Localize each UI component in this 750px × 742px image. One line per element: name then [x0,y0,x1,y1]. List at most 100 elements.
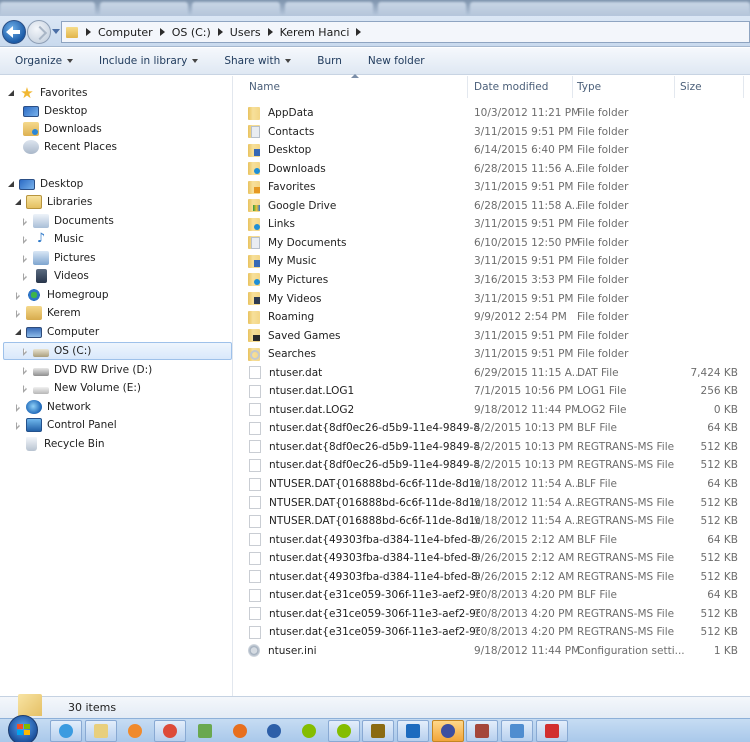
expand-arrow-icon[interactable] [14,403,23,412]
expand-arrow-icon[interactable] [14,309,23,318]
back-button[interactable] [2,20,26,44]
browser-tab[interactable] [100,2,188,16]
file-row[interactable]: Favorites 3/11/2015 9:51 PM File folder [248,178,738,196]
nav-item-videos[interactable]: Videos [21,267,89,285]
nav-item-new-volume-e[interactable]: New Volume (E:) [21,379,141,397]
browser-tab[interactable] [378,2,466,16]
file-row[interactable]: AppData 10/3/2012 11:21 PM File folder [248,104,738,122]
column-divider[interactable] [467,76,468,98]
file-row[interactable]: ntuser.dat{8df0ec26-d5b9-11e4-9849-84...… [248,438,738,456]
taskbar-itunes-button[interactable] [258,720,290,742]
share-with-button[interactable]: Share with [224,55,292,67]
breadcrumb-separator-icon[interactable] [267,28,273,36]
nav-item-desktop[interactable]: Desktop [7,175,83,193]
nav-item-recent-places[interactable]: Recent Places [23,138,117,156]
file-row[interactable]: NTUSER.DAT{016888bd-6c6f-11de-8d1d... 9/1… [248,494,738,512]
file-row[interactable]: NTUSER.DAT{016888bd-6c6f-11de-8d1d... 9/1… [248,475,738,493]
file-row[interactable]: ntuser.dat.LOG2 9/18/2012 11:44 PM LOG2 Fi… [248,401,738,419]
column-divider[interactable] [674,76,675,98]
file-row[interactable]: ntuser.dat{49303fba-d384-11e4-bfed-84...… [248,549,738,567]
column-header-name[interactable]: Name [249,81,280,93]
collapse-arrow-icon[interactable] [7,89,16,98]
navigation-pane[interactable]: ★ Favorites Desktop Downloads Recent Places D… [0,76,233,696]
breadcrumb-users[interactable]: Users [230,26,261,39]
taskbar-windows-explorer-button[interactable] [84,720,117,742]
taskbar-internet-explorer-button[interactable] [50,720,82,742]
taskbar-toolbox-button[interactable] [466,720,499,742]
collapse-arrow-icon[interactable] [14,198,23,207]
organize-button[interactable]: Organize [15,55,74,67]
file-row[interactable]: Searches 3/11/2015 9:51 PM File folder [248,345,738,363]
file-row[interactable]: My Pictures 3/16/2015 3:53 PM File folder [248,271,738,289]
start-button[interactable] [8,715,38,742]
expand-arrow-icon[interactable] [21,272,30,281]
collapse-arrow-icon[interactable] [7,180,16,189]
taskbar-adobe-bridge-button[interactable] [362,720,395,742]
nav-item-homegroup[interactable]: Homegroup [14,286,109,304]
file-row[interactable]: Desktop 6/14/2015 6:40 PM File folder [248,141,738,159]
file-row[interactable]: ntuser.dat{8df0ec26-d5b9-11e4-9849-84...… [248,456,738,474]
nav-item-os-c[interactable]: OS (C:) [3,342,232,360]
file-row[interactable]: My Videos 3/11/2015 9:51 PM File folder [248,290,738,308]
browser-tab[interactable] [285,2,373,16]
expand-arrow-icon[interactable] [14,421,23,430]
nav-item-downloads[interactable]: Downloads [23,120,102,138]
file-row[interactable]: ntuser.dat{8df0ec26-d5b9-11e4-9849-84...… [248,419,738,437]
file-row[interactable]: My Music 3/11/2015 9:51 PM File folder [248,252,738,270]
taskbar-apps-grid-button[interactable] [189,720,221,742]
nav-item-music[interactable]: ♪ Music [21,230,84,248]
expand-arrow-icon[interactable] [21,254,30,263]
file-row[interactable]: NTUSER.DAT{016888bd-6c6f-11de-8d1d... 9/1… [248,512,738,530]
file-row[interactable]: Google Drive 6/28/2015 11:58 A... File fol… [248,197,738,215]
taskbar-xampp-button[interactable] [431,720,464,742]
taskbar-chrome-button[interactable] [154,720,187,742]
taskbar-tweetdeck-button[interactable] [397,720,429,742]
breadcrumb-separator-icon[interactable] [356,28,362,36]
nav-item-libraries[interactable]: Libraries [14,193,92,211]
browser-tab[interactable] [470,2,750,16]
column-divider[interactable] [572,76,573,98]
burn-button[interactable]: Burn [317,55,342,67]
file-row[interactable]: ntuser.dat{49303fba-d384-11e4-bfed-84...… [248,568,738,586]
nav-item-dvd-rw-drive-d[interactable]: DVD RW Drive (D:) [21,361,152,379]
recent-pages-dropdown-icon[interactable] [52,29,60,34]
file-row[interactable]: Links 3/11/2015 9:51 PM File folder [248,215,738,233]
file-row[interactable]: ntuser.dat{e31ce059-306f-11e3-aef2-96b..… [248,605,738,623]
new-folder-button[interactable]: New folder [368,55,425,67]
taskbar-spotify-button[interactable] [293,720,325,742]
column-header-type[interactable]: Type [577,81,601,93]
taskbar-firefox-button[interactable] [224,720,256,742]
nav-item-network[interactable]: Network [14,398,91,416]
expand-arrow-icon[interactable] [21,366,30,375]
column-header-size[interactable]: Size [680,81,702,93]
breadcrumb-separator-icon[interactable] [86,28,91,36]
breadcrumb-computer[interactable]: Computer [98,26,153,39]
file-row[interactable]: ntuser.dat 6/29/2015 11:15 A... DAT File 7,… [248,364,738,382]
forward-button[interactable] [27,20,51,44]
nav-item-desktop[interactable]: Desktop [23,102,87,120]
nav-item-favorites[interactable]: ★ Favorites [7,84,87,102]
column-header-date-modified[interactable]: Date modified [474,81,548,93]
breadcrumb-kerem-hanci[interactable]: Kerem Hanci [280,26,350,39]
file-list[interactable]: Name Date modified Type Size AppData 10/3… [234,74,750,696]
expand-arrow-icon[interactable] [21,235,30,244]
browser-tab[interactable] [192,2,280,16]
nav-item-control-panel[interactable]: Control Panel [14,416,117,434]
nav-item-documents[interactable]: Documents [21,212,114,230]
nav-item-kerem[interactable]: Kerem [14,304,81,322]
breadcrumb-separator-icon[interactable] [159,28,165,36]
file-row[interactable]: ntuser.dat{e31ce059-306f-11e3-aef2-96b..… [248,623,738,641]
include-in-library-button[interactable]: Include in library [99,55,199,67]
file-row[interactable]: Roaming 9/9/2012 2:54 PM File folder [248,308,738,326]
column-divider[interactable] [743,76,744,98]
file-row[interactable]: Downloads 6/28/2015 11:56 A... File folder [248,160,738,178]
expand-arrow-icon[interactable] [21,384,30,393]
file-row[interactable]: ntuser.dat{e31ce059-306f-11e3-aef2-96b..… [248,586,738,604]
address-bar[interactable]: Computer OS (C:) Users Kerem Hanci [61,21,750,43]
taskbar-remote-desktop-button[interactable] [501,720,534,742]
taskbar-media-player-button[interactable] [119,720,151,742]
nav-item-computer[interactable]: Computer [14,323,99,341]
file-row[interactable]: ntuser.dat.LOG1 7/1/2015 10:56 PM LOG1 Fil… [248,382,738,400]
expand-arrow-icon[interactable] [21,217,30,226]
collapse-arrow-icon[interactable] [14,328,23,337]
